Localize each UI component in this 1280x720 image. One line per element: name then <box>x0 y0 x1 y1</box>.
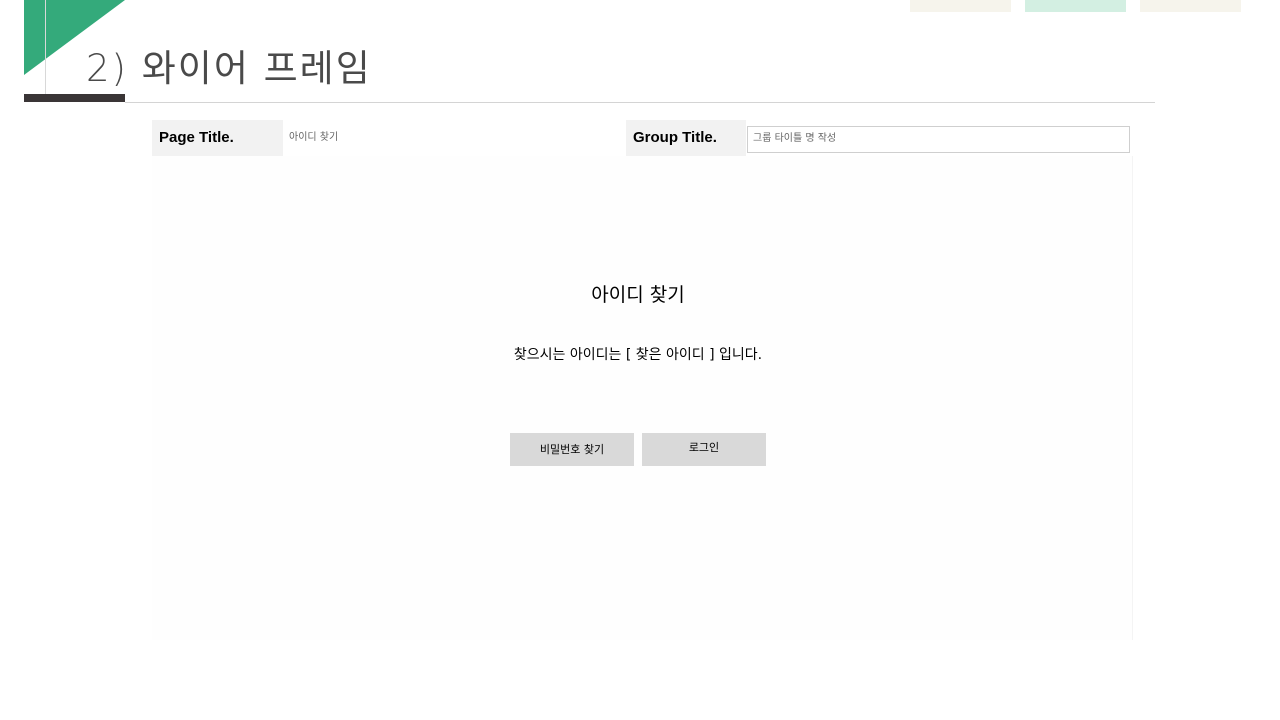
page-title-label: Page Title. <box>152 120 283 156</box>
top-tab-1 <box>910 0 1011 12</box>
find-id-result-message: 찾으시는 아이디는 [ 찾은 아이디 ] 입니다. <box>513 347 763 363</box>
header-divider <box>125 102 1155 103</box>
page-title-value: 아이디 찾기 <box>289 132 339 143</box>
find-password-button[interactable]: 비밀번호 찾기 <box>510 433 634 466</box>
top-tab-2-active <box>1025 0 1126 12</box>
title-underline-bar <box>24 94 125 102</box>
login-button[interactable]: 로그인 <box>642 433 766 466</box>
wireframe-canvas <box>152 156 1133 640</box>
group-title-label: Group Title. <box>626 120 746 156</box>
top-tab-3 <box>1140 0 1241 12</box>
find-id-heading: 아이디 찾기 <box>591 284 685 306</box>
slide-title: 2) 와이어 프레임 <box>86 47 372 90</box>
corner-guide-line <box>45 0 46 102</box>
group-title-input[interactable]: 그룹 타이틀 명 작성 <box>747 126 1130 153</box>
